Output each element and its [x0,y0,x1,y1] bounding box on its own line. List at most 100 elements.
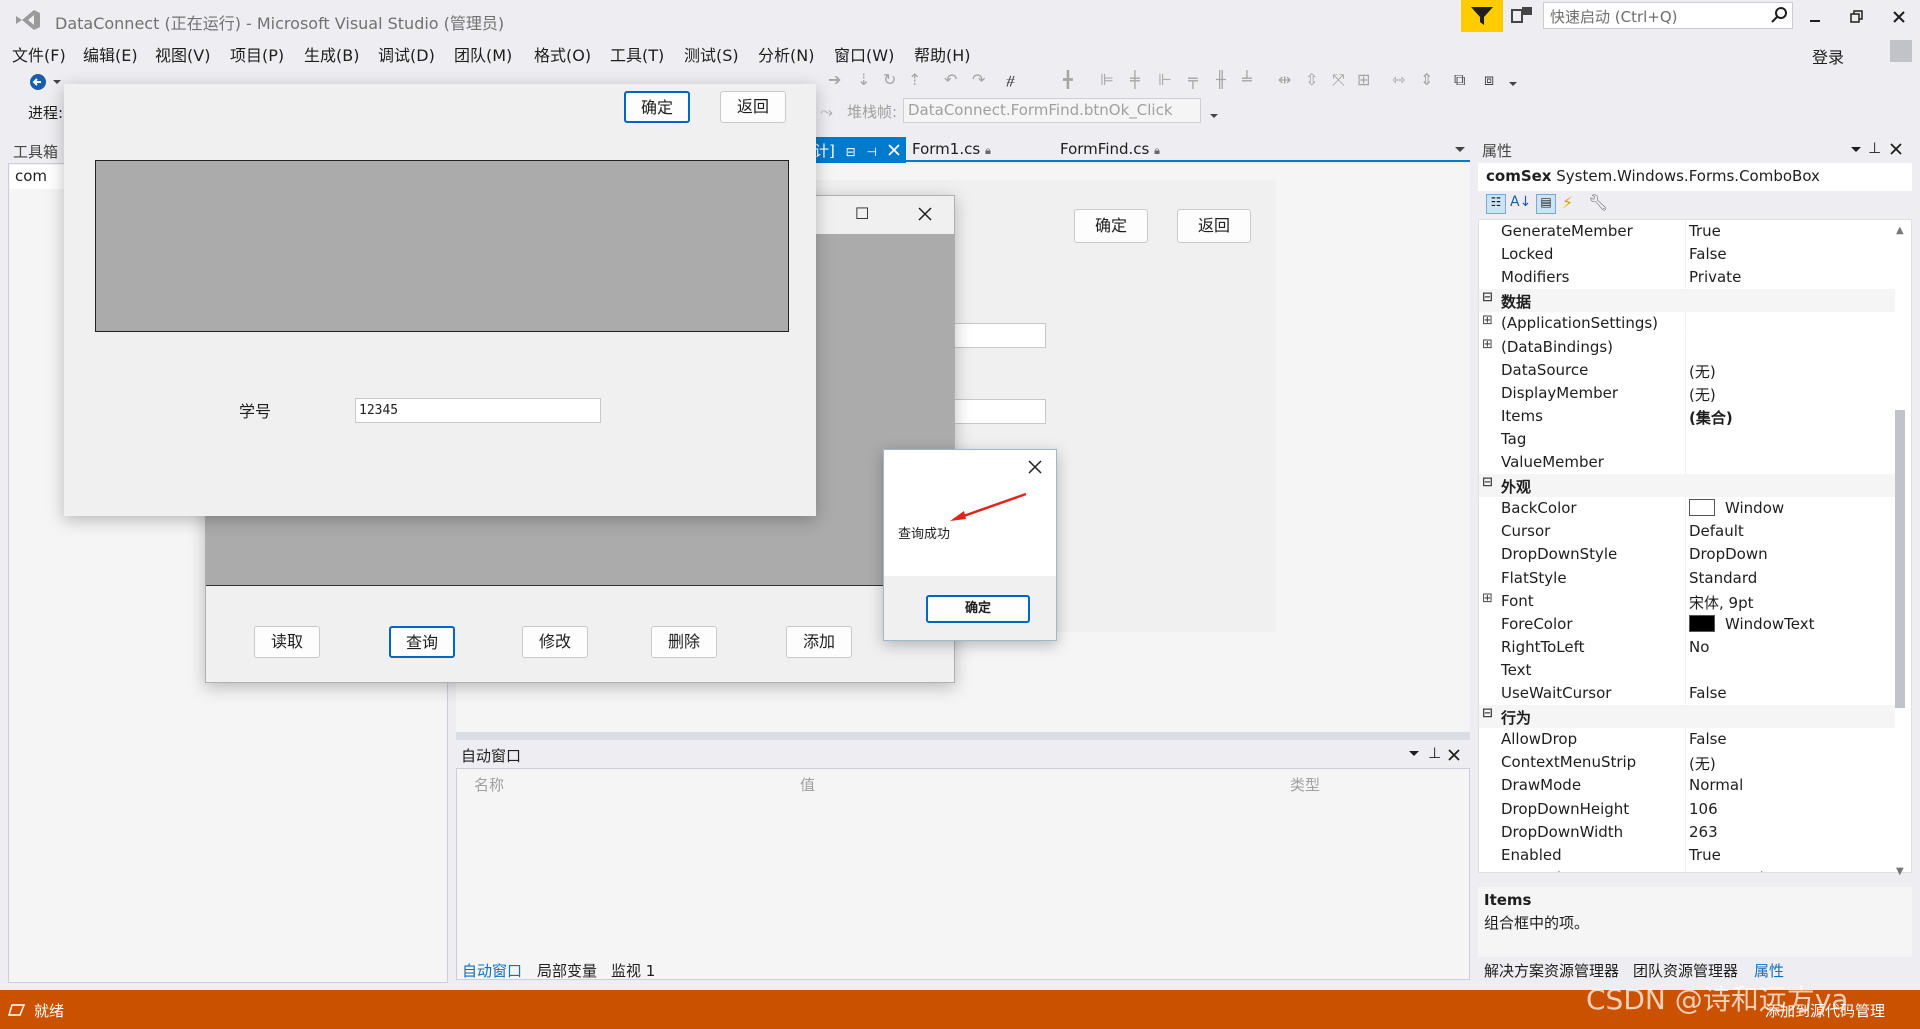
property-row[interactable]: DrawMode Normal [1479,774,1895,798]
close-icon[interactable] [888,144,900,156]
stack-frame-select[interactable]: DataConnect.FormFind.btnOk_Click [903,98,1201,123]
menu-edit[interactable]: 编辑(E) [83,42,138,66]
pin-icon[interactable]: ⊥ [1428,744,1441,762]
step-cycle-icon[interactable]: ↻ [883,70,896,89]
find-ok-button[interactable]: 确定 [624,91,690,123]
expand-icon[interactable]: ⊞ [1482,591,1493,606]
step-over-icon[interactable]: ➔ [828,70,841,89]
designer-textbox[interactable] [950,399,1046,424]
property-value[interactable]: (无) [1689,753,1716,774]
property-row[interactable]: FlatStyle Standard [1479,566,1895,590]
same-height-icon[interactable]: ⇳ [1305,70,1318,89]
close-icon[interactable] [1448,749,1460,761]
redo-icon[interactable]: ↷ [972,70,985,89]
property-value[interactable]: True [1689,222,1721,240]
property-row[interactable]: GenerateMember True [1479,220,1895,243]
property-category[interactable]: ⊟ 数据 [1479,289,1895,313]
pin-icon[interactable]: ⊥ [1868,139,1881,157]
property-value[interactable]: False [1689,730,1727,748]
property-row[interactable]: DataSource (无) [1479,358,1895,382]
property-value[interactable]: No [1689,638,1709,656]
restore-button[interactable] [1844,6,1870,28]
chevron-down-icon[interactable] [1850,146,1862,154]
collapse-icon[interactable]: ⊟ [1482,475,1493,490]
back-navigation-icon[interactable] [28,72,48,92]
property-value[interactable]: False [1689,684,1727,702]
same-width-icon[interactable]: ⇹ [1278,70,1291,89]
collapse-icon[interactable]: ⊟ [1482,706,1493,721]
property-row[interactable]: Tag [1479,427,1895,451]
expand-icon[interactable]: ⊞ [1482,313,1493,328]
tab-autos[interactable]: 自动窗口 [462,960,522,981]
events-icon[interactable]: ⚡ [1562,193,1573,212]
student-id-input[interactable]: 12345 [355,398,601,423]
designer-textbox[interactable] [950,323,1046,348]
menu-view[interactable]: 视图(V) [155,42,210,66]
toolbox-search-input[interactable]: com [10,165,70,189]
menu-build[interactable]: 生成(B) [304,42,359,66]
property-row[interactable]: DropDownHeight 106 [1479,797,1895,821]
tab-form1-cs[interactable]: Form1.cs 🔒︎ [912,140,991,158]
align-middle-icon[interactable]: ╫ [1216,70,1226,89]
close-icon[interactable] [918,207,932,221]
scroll-up-icon[interactable]: ▲ [1896,225,1904,236]
property-row[interactable]: ⊞ Font 宋体, 9pt [1479,589,1895,613]
chevron-down-icon[interactable] [52,78,62,86]
property-row[interactable]: Cursor Default [1479,520,1895,544]
delete-button[interactable]: 删除 [651,626,717,658]
property-row[interactable]: AllowDrop False [1479,728,1895,752]
menu-format[interactable]: 格式(O) [534,42,591,66]
maximize-icon[interactable]: ☐ [855,204,869,223]
align-center-icon[interactable]: ╪ [1130,70,1140,89]
menu-test[interactable]: 测试(S) [684,42,739,66]
property-row[interactable]: Items (集合) [1479,404,1895,428]
menu-tools[interactable]: 工具(T) [610,42,664,66]
property-row[interactable]: RightToLeft No [1479,635,1895,659]
property-row[interactable]: Locked False [1479,243,1895,267]
menu-file[interactable]: 文件(F) [12,42,66,66]
properties-object-selector[interactable]: comSex System.Windows.Forms.ComboBox [1478,163,1912,191]
property-value[interactable]: WindowText [1689,614,1814,633]
close-icon[interactable] [1890,143,1902,155]
feedback-icon[interactable] [1511,6,1533,26]
property-value[interactable]: 106 [1689,800,1718,818]
search-icon[interactable] [1770,6,1788,24]
menu-window[interactable]: 窗口(W) [834,42,894,66]
pane-splitter[interactable] [456,732,1470,740]
chevron-down-icon[interactable] [1508,80,1518,88]
property-row[interactable]: DropDownWidth 263 [1479,820,1895,844]
close-icon[interactable] [1028,460,1042,474]
property-value[interactable]: Standard [1689,569,1757,587]
find-data-grid[interactable] [95,160,789,332]
property-value[interactable]: True [1689,846,1721,864]
expand-icon[interactable]: ⊞ [1482,337,1493,352]
close-window-button[interactable] [1886,6,1912,28]
menu-analyze[interactable]: 分析(N) [758,42,814,66]
property-row[interactable]: BackColor Window [1479,497,1895,521]
user-icon[interactable] [1890,40,1912,62]
property-value[interactable]: NoControl [1689,869,1764,872]
property-row[interactable]: DropDownStyle DropDown [1479,543,1895,567]
add-button[interactable]: 添加 [786,626,852,658]
pin-icon[interactable]: ⊣ [866,145,876,159]
align-bottom-icon[interactable]: ╧ [1242,70,1252,89]
property-value[interactable]: Normal [1689,776,1743,794]
property-row[interactable]: ⊞ (ApplicationSettings) [1479,312,1895,336]
alphabetical-icon[interactable]: A↓ [1510,194,1531,210]
property-row[interactable]: ValueMember [1479,451,1895,474]
property-value[interactable]: False [1689,245,1727,263]
property-category[interactable]: ⊟ 行为 [1479,705,1895,729]
modify-button[interactable]: 修改 [522,626,588,658]
size-to-grid-icon[interactable]: ⊞ [1357,70,1370,89]
property-value[interactable]: Private [1689,268,1741,286]
property-value[interactable]: Window [1689,499,1784,517]
collapse-icon[interactable]: ⊟ [1482,290,1493,305]
property-row[interactable]: ImeMode NoControl [1479,866,1895,872]
quick-launch-input[interactable]: 快速启动 (Ctrl+Q) [1543,2,1793,29]
align-right-icon[interactable]: ⊩ [1158,70,1172,89]
find-back-button[interactable]: 返回 [720,91,786,123]
categorized-icon[interactable]: ☷ [1486,194,1506,214]
designer-ok-button[interactable]: 确定 [1074,209,1148,243]
chevron-down-icon[interactable] [1209,112,1219,120]
property-row[interactable]: Enabled True [1479,843,1895,867]
